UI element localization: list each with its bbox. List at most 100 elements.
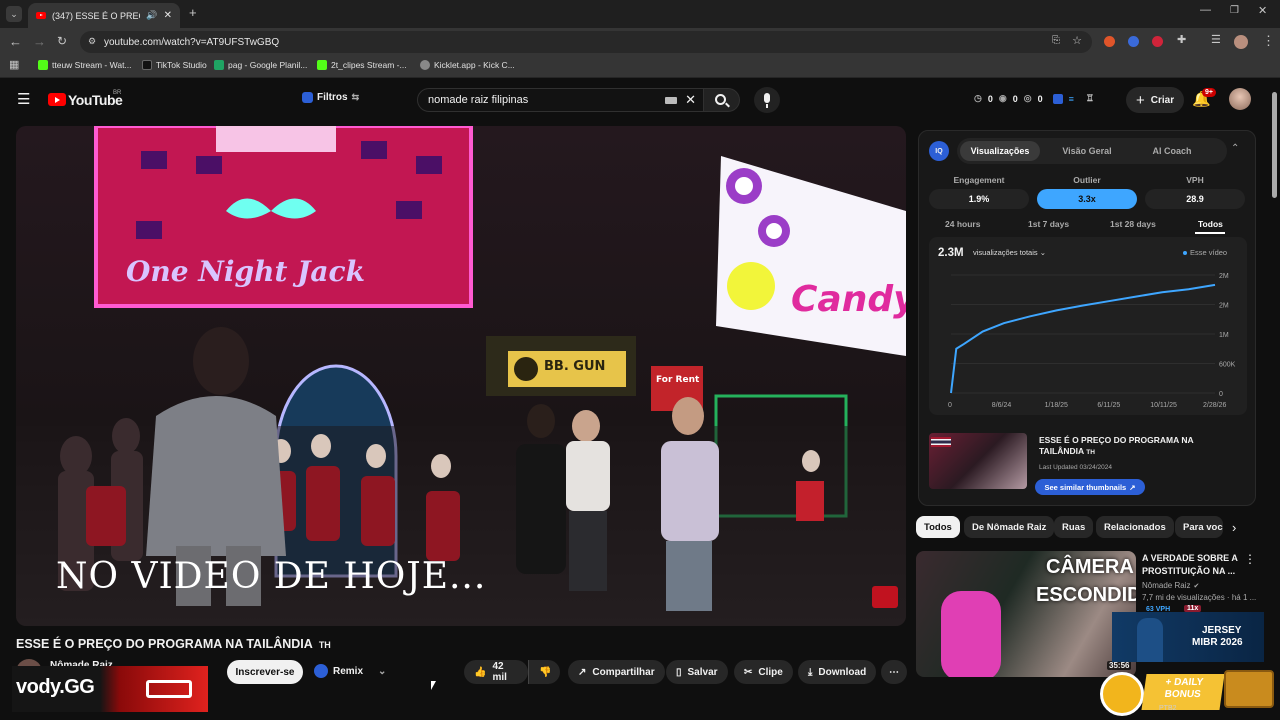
remix-button[interactable]: Remix ⌄ <box>314 664 386 678</box>
site-info-icon[interactable]: ⚙ <box>88 36 96 47</box>
chips-next-icon[interactable]: › <box>1232 520 1236 535</box>
minimize-icon[interactable]: — <box>1200 5 1211 16</box>
install-icon[interactable]: ⎘ <box>1052 35 1060 46</box>
speaker-icon[interactable]: 🔊 <box>146 10 157 21</box>
clock-icon: ◷ <box>974 93 982 103</box>
video-title-text: ESSE É O PREÇO DO PROGRAMA NA TAILÂNDIA <box>16 637 313 651</box>
bookmark-4[interactable]: Kicklet.app - Kick C... <box>420 60 515 70</box>
close-window-icon[interactable]: ✕ <box>1258 6 1267 17</box>
page-scrollbar[interactable] <box>1272 92 1277 198</box>
keyboard-icon[interactable] <box>665 97 677 104</box>
tab-views[interactable]: Visualizações <box>960 141 1040 161</box>
channel-watermark[interactable] <box>872 586 898 608</box>
chip-label: Todos <box>924 521 952 533</box>
y-tick-label: 600K <box>1219 362 1236 369</box>
range-24h[interactable]: 24 hours <box>945 219 980 229</box>
new-tab-icon[interactable]: + <box>189 6 197 19</box>
iq-ext-icon <box>1052 93 1063 104</box>
x-tick-label: 2/28/26 <box>1203 402 1226 409</box>
recommendation-thumbnail[interactable]: CÂMERA ESCONDIDA <box>916 551 1136 677</box>
voice-search-button[interactable] <box>754 87 780 113</box>
counter-b: 0 <box>1012 93 1018 104</box>
verified-icon: ✔ <box>1193 582 1200 590</box>
subscribe-button[interactable]: Inscrever-se <box>227 660 303 684</box>
similar-thumbnails-button[interactable]: See similar thumbnails ↗ <box>1035 479 1145 495</box>
search-input[interactable]: nomade raiz filipinas ✕ <box>417 88 704 112</box>
tab-search-icon[interactable]: ⌄ <box>6 6 22 22</box>
video-player[interactable]: One Night Jack Candy BB. GUN For Rent NO… <box>16 126 906 626</box>
apps-grid-icon[interactable]: ▦ <box>9 60 19 71</box>
chip-relacionados[interactable]: Relacionados <box>1096 516 1174 538</box>
range-28d[interactable]: 1st 28 days <box>1110 219 1156 229</box>
x-tick-label: 0 <box>948 402 952 409</box>
create-button[interactable]: + Criar <box>1126 87 1185 113</box>
download-button[interactable]: ⤓ Download <box>798 660 877 684</box>
filters-button[interactable]: Filtros ⇆ <box>302 92 359 103</box>
clip-button[interactable]: ✂ Clipe <box>734 660 793 684</box>
hamburger-menu-icon[interactable]: ☰ <box>17 92 30 107</box>
create-label: Criar <box>1150 94 1175 106</box>
browser-tab-bar: ⌄ (347) ESSE É O PREÇO DO P 🔊 ✕ + — ❐ ✕ <box>0 0 1280 28</box>
back-icon[interactable]: ← <box>9 35 22 48</box>
extensions-puzzle-icon[interactable]: ✚ <box>1177 35 1186 46</box>
rec-more-icon[interactable]: ⋮ <box>1244 552 1256 566</box>
stats-counters[interactable]: ◷ 0 ◉ 0 ◎ 0 ≡ ♖ <box>974 93 1094 104</box>
browser-menu-icon[interactable]: ⋮ <box>1262 34 1275 47</box>
save-button[interactable]: ▯ Salvar <box>666 660 728 684</box>
more-actions-button[interactable]: ⋯ <box>881 660 907 684</box>
chip-para-voce[interactable]: Para voc <box>1175 516 1223 538</box>
metric-engagement[interactable]: 1.9% <box>929 189 1029 209</box>
url-field[interactable]: ⚙ youtube.com/watch?v=AT9UFSTwGBQ ⎘ ☆ <box>80 31 1092 53</box>
extension-rec-icon[interactable] <box>1152 36 1163 47</box>
bookmark-3[interactable]: 2t_clipes Stream -... <box>317 60 407 70</box>
chip-label: Ruas <box>1062 521 1086 533</box>
bookmark-2[interactable]: pag - Google Planil... <box>214 60 307 70</box>
bookmark-star-icon[interactable]: ☆ <box>1072 34 1082 47</box>
metric-outlier[interactable]: 3.3x <box>1037 189 1137 209</box>
x-tick-label: 8/6/24 <box>992 402 1012 409</box>
jersey-line2: MIBR 2026 <box>1192 637 1243 648</box>
video-title-suffix: TH <box>318 640 331 650</box>
notifications-button[interactable]: 🔔 9+ <box>1192 88 1216 109</box>
profile-avatar[interactable] <box>1234 35 1248 49</box>
bookmark-label: tteuw Stream - Wat... <box>52 60 132 70</box>
chip-ruas[interactable]: Ruas <box>1054 516 1094 538</box>
extension-red-icon[interactable] <box>1104 36 1115 47</box>
extension-blue-icon[interactable] <box>1128 36 1139 47</box>
recommendation-title[interactable]: A VERDADE SOBRE A PROSTITUIÇÃO NA ... <box>1142 552 1242 577</box>
tab-overview[interactable]: Visão Geral <box>1047 141 1127 161</box>
tab-ai-coach[interactable]: AI Coach <box>1132 141 1212 161</box>
series-line-esse-video <box>950 283 1216 394</box>
account-avatar[interactable] <box>1229 88 1251 110</box>
tab-views-label: Visualizações <box>970 146 1030 156</box>
tab-youtube[interactable]: (347) ESSE É O PREÇO DO P 🔊 ✕ <box>28 3 180 28</box>
metric-outlier-label: Outlier <box>1073 175 1101 185</box>
iq-remix-icon <box>314 664 328 678</box>
range-7d[interactable]: 1st 7 days <box>1028 219 1069 229</box>
like-button[interactable]: 👍 42 mil <box>464 660 528 684</box>
search-button[interactable] <box>704 88 740 112</box>
bookmark-0[interactable]: tteuw Stream - Wat... <box>38 60 132 70</box>
video-overlay-text: NO VIDEO DE HOJE... <box>56 556 486 597</box>
chip-todos[interactable]: Todos <box>916 516 960 538</box>
iq-logo-icon[interactable]: IQ <box>929 141 949 161</box>
bookmark-1[interactable]: TikTok Studio <box>142 60 207 70</box>
share-button[interactable]: ↗ Compartilhar <box>568 660 665 684</box>
range-all[interactable]: Todos <box>1198 219 1223 229</box>
dislike-button[interactable]: 👎 <box>528 660 560 684</box>
youtube-logo-icon[interactable] <box>48 93 66 106</box>
rec-title-line1: A VERDADE SOBRE A <box>1142 553 1238 563</box>
forward-icon[interactable]: → <box>33 35 46 48</box>
maximize-icon[interactable]: ❐ <box>1230 6 1239 16</box>
rec-meta: 7,7 mi de visualizações · há 1 ... <box>1142 593 1257 602</box>
chip-de-nomade-raiz[interactable]: De Nômade Raiz <box>964 516 1055 538</box>
reload-icon[interactable]: ↻ <box>57 35 67 47</box>
metric-vph[interactable]: 28.9 <box>1145 189 1245 209</box>
rec-channel[interactable]: Nômade Raiz ✔ <box>1142 581 1199 590</box>
media-list-icon[interactable]: ☰ <box>1211 35 1221 46</box>
clear-search-icon[interactable]: ✕ <box>685 92 696 108</box>
collapse-icon[interactable]: ⌃ <box>1231 143 1239 154</box>
thumbnail-preview[interactable] <box>929 433 1027 489</box>
close-tab-icon[interactable]: ✕ <box>164 10 172 21</box>
list-icon: ≡ <box>1068 93 1074 104</box>
